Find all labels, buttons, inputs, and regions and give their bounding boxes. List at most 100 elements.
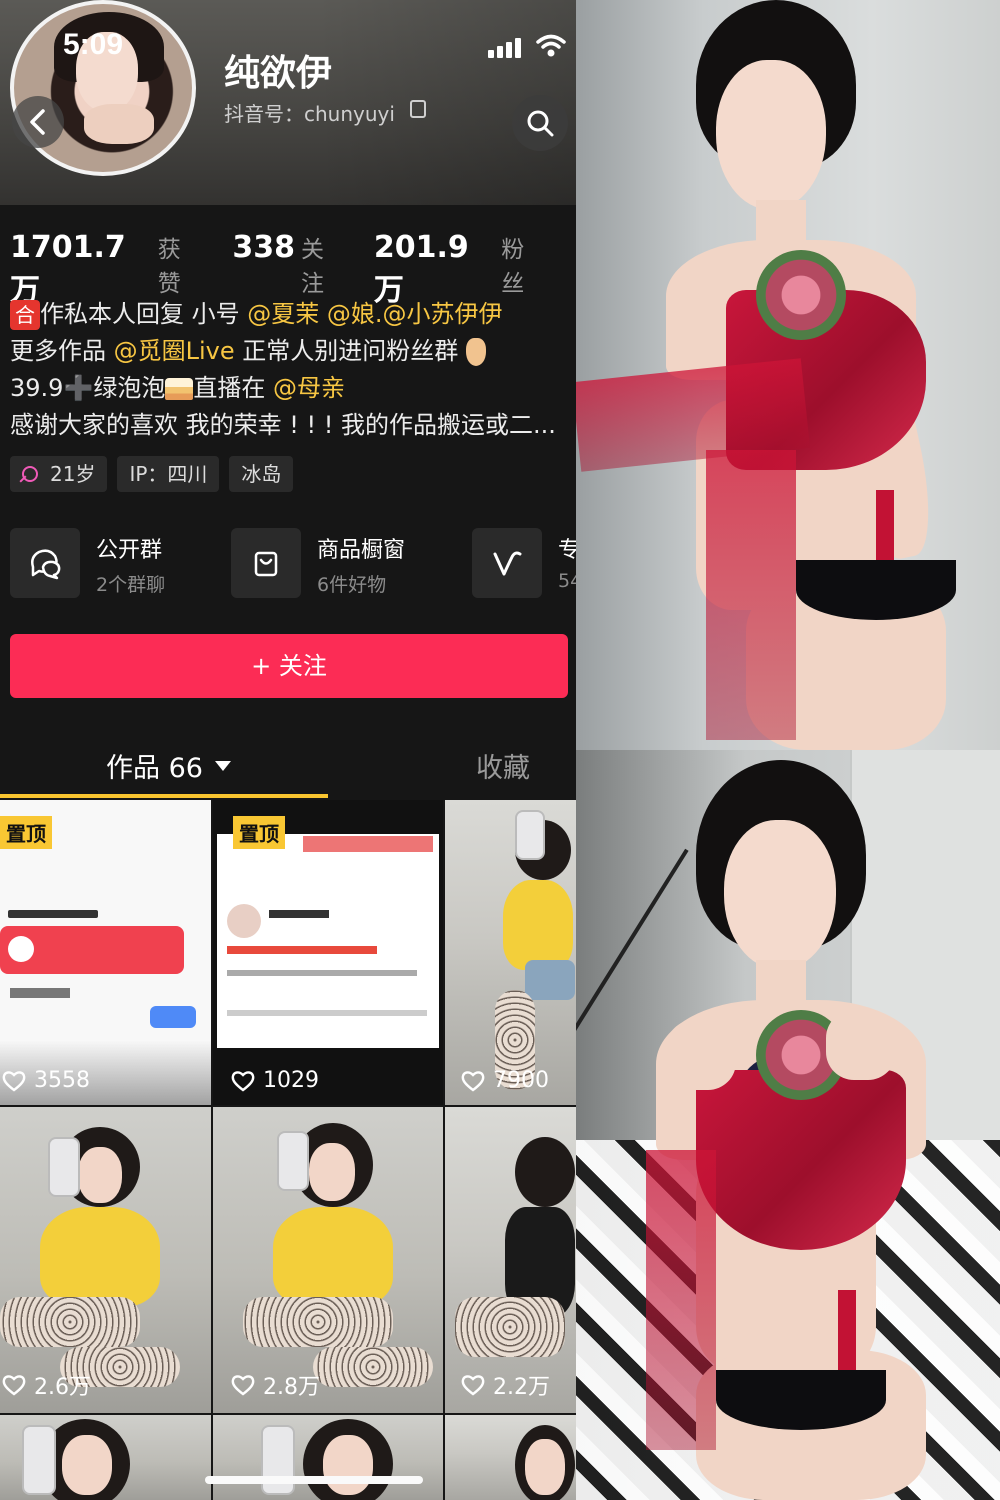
pinned-badge: 置顶 xyxy=(233,816,285,849)
tab-works[interactable]: 作品 66 xyxy=(106,746,231,785)
bio-text: 39.9 xyxy=(10,374,64,402)
video-tile[interactable]: 2.2万 xyxy=(445,1107,576,1413)
chat-bubbles-icon xyxy=(10,528,80,598)
v-logo-icon xyxy=(472,528,542,598)
profile-shortcuts: 公开群 2个群聊 商品橱窗 6件好物 专 54 xyxy=(10,526,576,600)
shortcut-subtitle: 2个群聊 xyxy=(96,574,166,596)
bio-text: 作私本人回复 小号 xyxy=(40,300,248,328)
mention-link[interactable]: @母亲 xyxy=(273,374,345,402)
video-tile[interactable] xyxy=(445,1415,576,1500)
shortcut-special[interactable]: 专 54 xyxy=(472,526,576,600)
works-grid: 置顶 3558 置顶 1029 7900 2.6万 2.8万 2.2万 xyxy=(0,800,576,1500)
stat-label: 关注 xyxy=(301,237,325,297)
caret-down-icon xyxy=(214,760,231,771)
tag-label: 冰岛 xyxy=(241,462,282,486)
like-count-value: 3558 xyxy=(34,1068,90,1093)
status-time: 5:09 xyxy=(63,28,124,61)
heart-icon xyxy=(461,1070,485,1092)
search-button[interactable] xyxy=(512,95,568,151)
like-count: 1029 xyxy=(231,1068,319,1093)
home-indicator[interactable] xyxy=(205,1476,423,1484)
heart-icon xyxy=(2,1070,26,1092)
shortcut-title: 公开群 xyxy=(96,538,163,563)
video-tile[interactable]: 7900 xyxy=(445,800,576,1105)
shortcut-public-group[interactable]: 公开群 2个群聊 xyxy=(10,526,220,600)
tag-age: 21岁 xyxy=(10,456,108,492)
douyin-id: 抖音号：chunyuyi xyxy=(224,102,395,126)
tab-label: 作品 66 xyxy=(106,753,203,784)
shortcut-subtitle: 54 xyxy=(558,570,576,592)
mention-link[interactable]: @夏茉 xyxy=(247,300,319,328)
plus-emoji-icon: ➕ xyxy=(63,374,94,402)
like-count-value: 7900 xyxy=(493,1068,549,1093)
video-tile[interactable]: 置顶 3558 xyxy=(0,800,211,1105)
cake-emoji-icon xyxy=(165,378,194,400)
status-icons xyxy=(488,34,568,58)
bio-text xyxy=(319,300,327,328)
like-count: 2.8万 xyxy=(231,1369,320,1401)
like-count: 3558 xyxy=(2,1068,90,1093)
back-button[interactable] xyxy=(12,96,64,148)
bio-line: 更多作品 @觅圈Live 正常人别进问粉丝群 xyxy=(10,333,576,370)
heart-icon xyxy=(231,1375,255,1396)
shopping-bag-icon xyxy=(231,528,301,598)
bio-text: 正常人别进问粉丝群 xyxy=(234,337,459,365)
tag-label: IP：四川 xyxy=(129,462,208,486)
like-count-value: 2.8万 xyxy=(263,1375,320,1400)
tag-location[interactable]: 冰岛 xyxy=(229,456,294,492)
like-count: 2.6万 xyxy=(2,1369,91,1401)
photo-panel xyxy=(576,0,1000,750)
collage: 5:09 纯欲伊 抖音号：chunyuyi 1701.7万 获赞 338 关注 … xyxy=(0,0,1000,1500)
bio-line: 合作私本人回复 小号 @夏茉 @娘.@小苏伊伊 xyxy=(10,296,576,333)
bio-text: 更多作品 xyxy=(10,337,114,365)
chevron-left-icon xyxy=(30,109,45,135)
search-icon xyxy=(527,110,554,137)
like-count-value: 2.6万 xyxy=(34,1375,91,1400)
shortcut-title: 商品橱窗 xyxy=(317,538,406,563)
signal-icon xyxy=(488,38,524,58)
profile-name: 纯欲伊 xyxy=(224,53,333,94)
shortcut-shop-window[interactable]: 商品橱窗 6件好物 xyxy=(231,526,461,600)
stat-value: 338 xyxy=(232,230,296,265)
tab-indicator xyxy=(0,794,328,798)
like-count: 2.2万 xyxy=(461,1369,550,1401)
video-tile[interactable]: 2.6万 xyxy=(0,1107,211,1413)
stat-label: 获赞 xyxy=(157,237,181,297)
video-tile[interactable] xyxy=(213,1415,443,1500)
shortcut-subtitle: 6件好物 xyxy=(317,574,387,596)
collab-badge: 合 xyxy=(10,300,40,330)
like-count-value: 2.2万 xyxy=(493,1375,550,1400)
profile-tags: 21岁 IP：四川 冰岛 xyxy=(10,456,303,492)
heart-icon xyxy=(2,1375,26,1396)
bio-line[interactable]: 感谢大家的喜欢 我的荣幸 ! ! ! 我的作品搬运或二... xyxy=(10,407,576,444)
female-icon xyxy=(22,466,38,482)
heart-icon xyxy=(231,1070,255,1092)
video-tile[interactable]: 2.8万 xyxy=(213,1107,443,1413)
copy-icon[interactable] xyxy=(410,100,426,118)
bio-line: 39.9➕绿泡泡 直播在 @母亲 xyxy=(10,370,576,407)
tag-label: 21岁 xyxy=(50,462,96,486)
stat-label: 粉丝 xyxy=(501,237,525,297)
mention-link[interactable]: @娘.@小苏伊伊 xyxy=(327,300,503,328)
video-tile[interactable]: 置顶 1029 xyxy=(213,800,443,1105)
shortcut-title: 专 xyxy=(558,538,576,563)
profile-screen: 5:09 纯欲伊 抖音号：chunyuyi 1701.7万 获赞 338 关注 … xyxy=(0,0,576,1500)
tab-favorites[interactable]: 收藏 xyxy=(476,746,530,785)
avatar[interactable] xyxy=(10,0,196,176)
bio-text: 绿泡泡 xyxy=(93,374,166,402)
like-count: 7900 xyxy=(461,1068,549,1093)
video-tile[interactable] xyxy=(0,1415,211,1500)
heart-icon xyxy=(461,1375,485,1396)
profile-tabs: 作品 66 收藏 xyxy=(0,740,576,798)
stat-following[interactable]: 338 关注 xyxy=(232,230,344,298)
profile-bio: 合作私本人回复 小号 @夏茉 @娘.@小苏伊伊 更多作品 @觅圈Live 正常人… xyxy=(10,296,576,444)
mention-link[interactable]: @觅圈Live xyxy=(114,337,235,365)
pinned-badge: 置顶 xyxy=(0,816,52,849)
pointing-down-emoji-icon xyxy=(465,338,486,366)
like-count-value: 1029 xyxy=(263,1068,319,1093)
photo-panel xyxy=(576,750,1000,1500)
bio-text: 直播在 xyxy=(193,374,273,402)
tag-ip: IP：四川 xyxy=(117,456,220,492)
wifi-icon xyxy=(536,34,566,57)
follow-button[interactable]: + 关注 xyxy=(10,634,568,698)
